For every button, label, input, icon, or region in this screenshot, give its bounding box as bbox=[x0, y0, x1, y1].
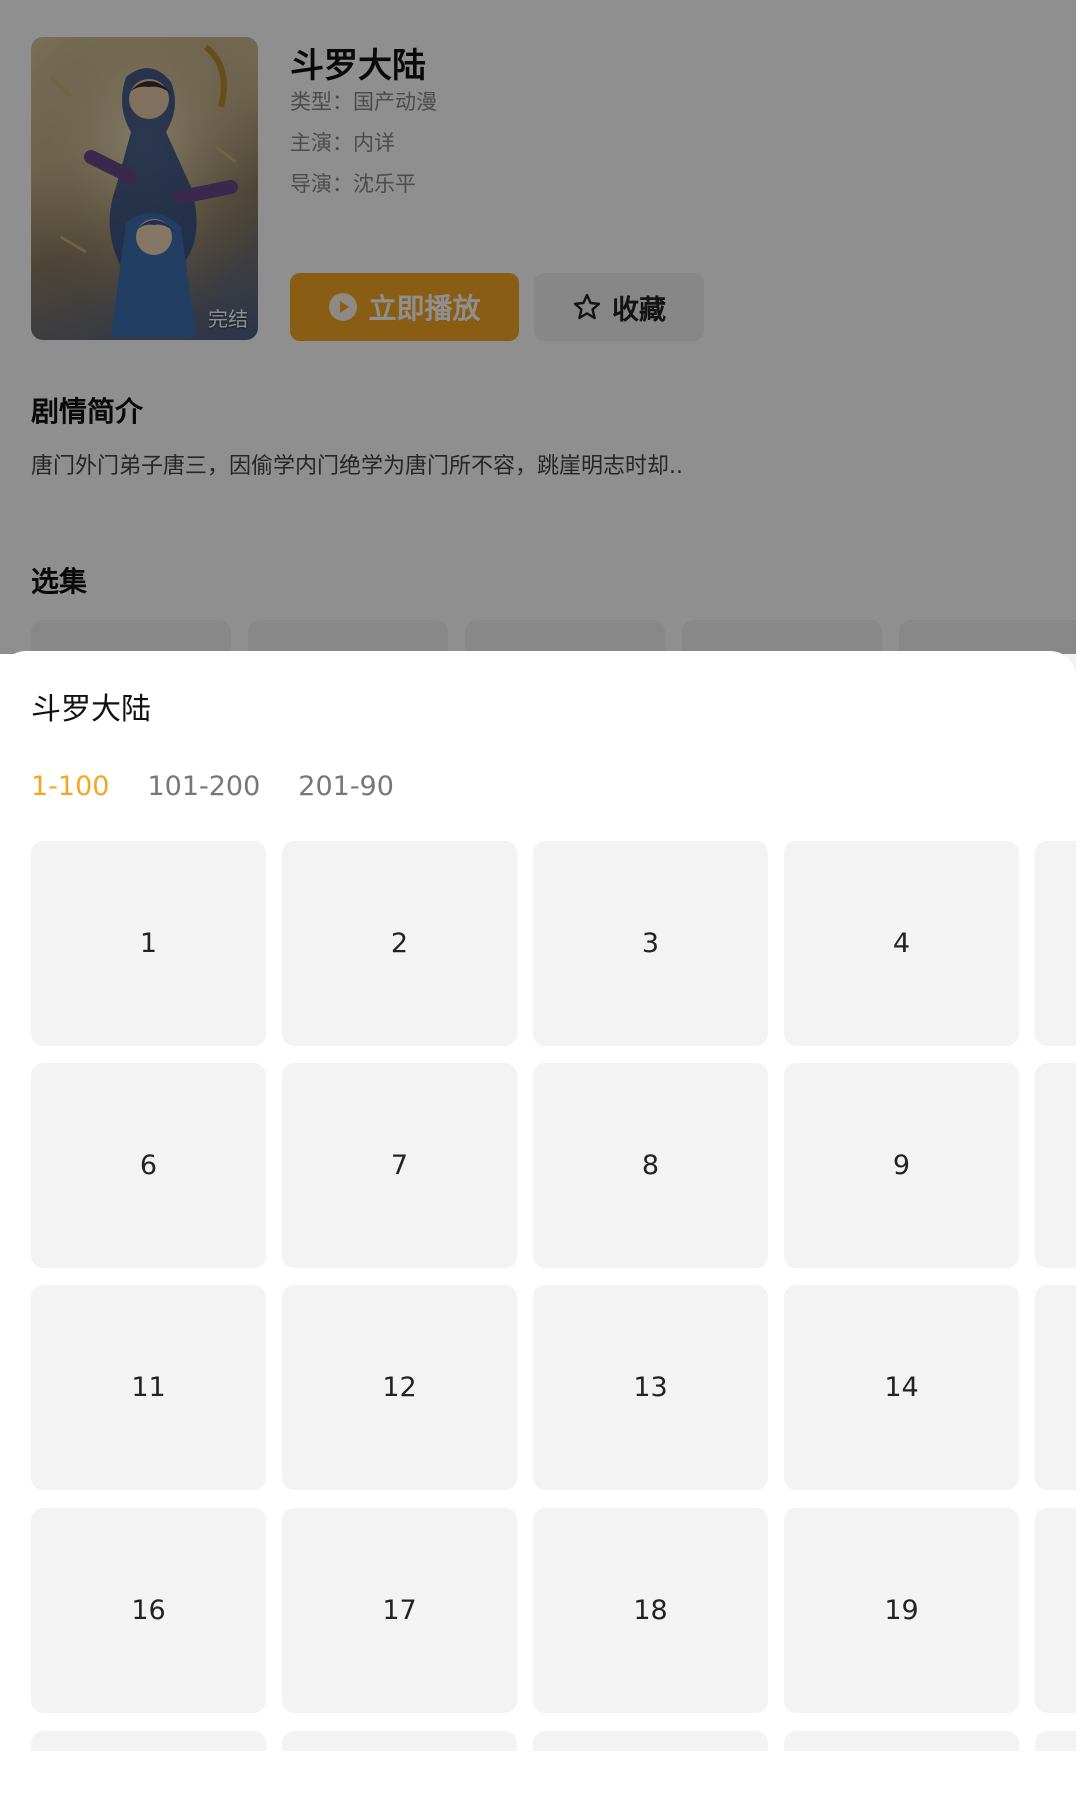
episode-cell-partial[interactable] bbox=[784, 1731, 1019, 1751]
episode-number: 1 bbox=[139, 928, 158, 959]
episode-number: 13 bbox=[633, 1372, 668, 1403]
episode-cell[interactable]: 6 bbox=[31, 1063, 266, 1268]
episode-number: 17 bbox=[382, 1595, 417, 1626]
episode-cell-partial[interactable] bbox=[31, 1731, 266, 1751]
episode-number: 16 bbox=[131, 1595, 166, 1626]
episode-number: 3 bbox=[641, 928, 660, 959]
episode-number: 14 bbox=[884, 1372, 919, 1403]
episode-cell[interactable]: 7 bbox=[282, 1063, 517, 1268]
episode-cell[interactable]: 3 bbox=[533, 841, 768, 1046]
episode-cell[interactable]: 12 bbox=[282, 1285, 517, 1490]
episode-cell[interactable]: 9 bbox=[784, 1063, 1019, 1268]
episode-number: 11 bbox=[131, 1372, 166, 1403]
episode-number: 4 bbox=[892, 928, 911, 959]
episode-cell[interactable]: 14 bbox=[784, 1285, 1019, 1490]
episode-cell-partial[interactable] bbox=[1035, 1508, 1076, 1713]
sheet-title: 斗罗大陆 bbox=[31, 692, 151, 727]
episode-number: 6 bbox=[139, 1150, 158, 1181]
episode-cell[interactable]: 17 bbox=[282, 1508, 517, 1713]
episode-number: 18 bbox=[633, 1595, 668, 1626]
episode-cell-partial[interactable] bbox=[1035, 1285, 1076, 1490]
episode-cell[interactable]: 4 bbox=[784, 841, 1019, 1046]
screen-edge bbox=[1076, 0, 1080, 1800]
dim-overlay[interactable] bbox=[0, 0, 1080, 654]
episode-cell-partial[interactable] bbox=[1035, 1731, 1076, 1751]
tab-range-101-200[interactable]: 101-200 bbox=[147, 771, 260, 802]
episode-cell[interactable]: 8 bbox=[533, 1063, 768, 1268]
episode-cell-partial[interactable] bbox=[533, 1731, 768, 1751]
episode-number: 12 bbox=[382, 1372, 417, 1403]
episode-cell[interactable]: 1 bbox=[31, 841, 266, 1046]
episode-cell-partial[interactable] bbox=[1035, 841, 1076, 1046]
episode-number: 9 bbox=[892, 1150, 911, 1181]
episode-cell[interactable]: 2 bbox=[282, 841, 517, 1046]
episode-cell[interactable]: 19 bbox=[784, 1508, 1019, 1713]
episode-cell-partial[interactable] bbox=[1035, 1063, 1076, 1268]
episode-number: 8 bbox=[641, 1150, 660, 1181]
episode-grid: 1 2 3 4 6 7 8 9 11 12 13 14 16 17 18 19 bbox=[31, 841, 1076, 1741]
episode-cell[interactable]: 18 bbox=[533, 1508, 768, 1713]
episode-number: 7 bbox=[390, 1150, 409, 1181]
episode-row-partial bbox=[31, 1731, 1076, 1751]
tab-range-1-100[interactable]: 1-100 bbox=[31, 771, 109, 802]
tab-range-201-90[interactable]: 201-90 bbox=[298, 771, 394, 802]
episode-cell[interactable]: 11 bbox=[31, 1285, 266, 1490]
episode-number: 2 bbox=[390, 928, 409, 959]
episode-cell-partial[interactable] bbox=[282, 1731, 517, 1751]
episode-sheet: 斗罗大陆 1-100 101-200 201-90 1 2 3 4 6 7 8 … bbox=[0, 651, 1076, 1800]
episode-range-tabs: 1-100 101-200 201-90 bbox=[31, 771, 394, 802]
episode-cell[interactable]: 16 bbox=[31, 1508, 266, 1713]
episode-number: 19 bbox=[884, 1595, 919, 1626]
episode-cell[interactable]: 13 bbox=[533, 1285, 768, 1490]
